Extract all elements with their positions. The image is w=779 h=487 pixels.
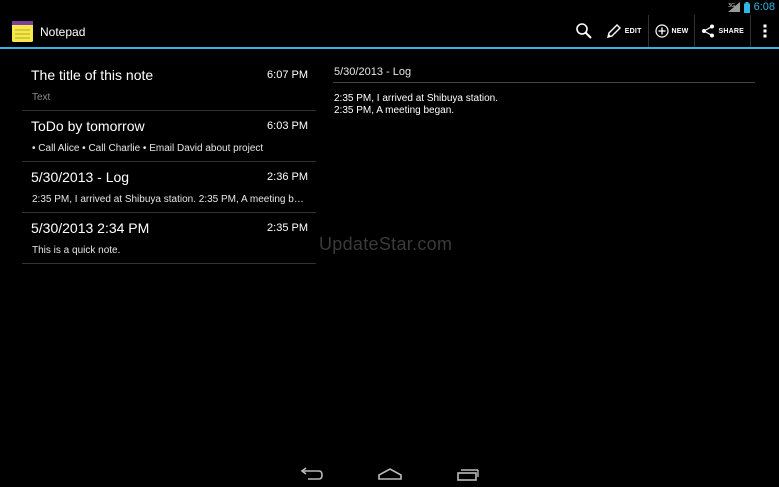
note-snippet: • Call Alice • Call Charlie • Email Davi… [32, 143, 264, 154]
note-list-item[interactable]: 5/30/2013 2:34 PM 2:35 PM This is a quic… [22, 213, 316, 264]
overflow-menu-icon [763, 24, 767, 38]
new-button[interactable]: NEW [647, 15, 695, 47]
share-label: SHARE [718, 27, 744, 35]
note-list: The title of this note 6:07 PM Text ToDo… [22, 60, 316, 264]
note-time: 2:36 PM [267, 171, 308, 183]
status-icons: 3G 6:08 [727, 1, 775, 13]
note-time: 6:07 PM [267, 69, 308, 81]
share-button[interactable]: SHARE [694, 15, 750, 47]
navigation-bar [0, 460, 779, 487]
note-title: 5/30/2013 - Log [31, 169, 130, 185]
detail-body[interactable]: 2:35 PM, I arrived at Shibuya station. 2… [333, 83, 755, 117]
edit-button[interactable]: EDIT [599, 15, 648, 47]
action-bar: Notepad EDIT NEW SHARE [0, 15, 779, 49]
recent-apps-icon[interactable] [456, 466, 480, 482]
note-snippet: 2:35 PM, I arrived at Shibuya station. 2… [32, 194, 308, 205]
note-list-item[interactable]: The title of this note 6:07 PM Text [22, 60, 316, 111]
back-icon[interactable] [300, 466, 324, 482]
note-snippet: Text [32, 92, 51, 103]
edit-label: EDIT [624, 27, 642, 35]
svg-text:3G: 3G [728, 3, 735, 9]
notepad-app-icon[interactable] [12, 21, 33, 42]
signal-icon: 3G [727, 2, 740, 12]
note-time: 6:03 PM [267, 120, 308, 132]
add-icon [654, 24, 669, 38]
search-button[interactable] [568, 15, 599, 47]
overflow-menu-button[interactable] [750, 15, 779, 47]
note-snippet: This is a quick note. [32, 245, 121, 256]
battery-icon [743, 1, 750, 13]
note-title: The title of this note [31, 67, 154, 83]
search-icon [575, 23, 592, 39]
note-detail-pane: 5/30/2013 - Log 2:35 PM, I arrived at Sh… [333, 60, 755, 117]
note-time: 2:35 PM [267, 222, 308, 234]
status-time: 6:08 [753, 1, 775, 13]
detail-line: 2:35 PM, A meeting began. [334, 105, 455, 116]
share-icon [702, 24, 715, 38]
watermark: UpdateStar.com [319, 234, 453, 254]
new-label: NEW [671, 27, 689, 35]
note-list-item[interactable]: ToDo by tomorrow 6:03 PM • Call Alice • … [22, 111, 316, 162]
app-title: Notepad [40, 25, 86, 39]
note-title: 5/30/2013 2:34 PM [31, 220, 150, 236]
action-buttons: EDIT NEW SHARE [568, 15, 779, 47]
note-list-item[interactable]: 5/30/2013 - Log 2:36 PM 2:35 PM, I arriv… [22, 162, 316, 213]
home-icon[interactable] [377, 466, 403, 482]
note-title: ToDo by tomorrow [31, 118, 145, 134]
detail-line: 2:35 PM, I arrived at Shibuya station. [334, 93, 498, 104]
pencil-icon [606, 24, 621, 38]
status-bar: 3G 6:08 [0, 0, 779, 15]
detail-title: 5/30/2013 - Log [333, 60, 755, 83]
